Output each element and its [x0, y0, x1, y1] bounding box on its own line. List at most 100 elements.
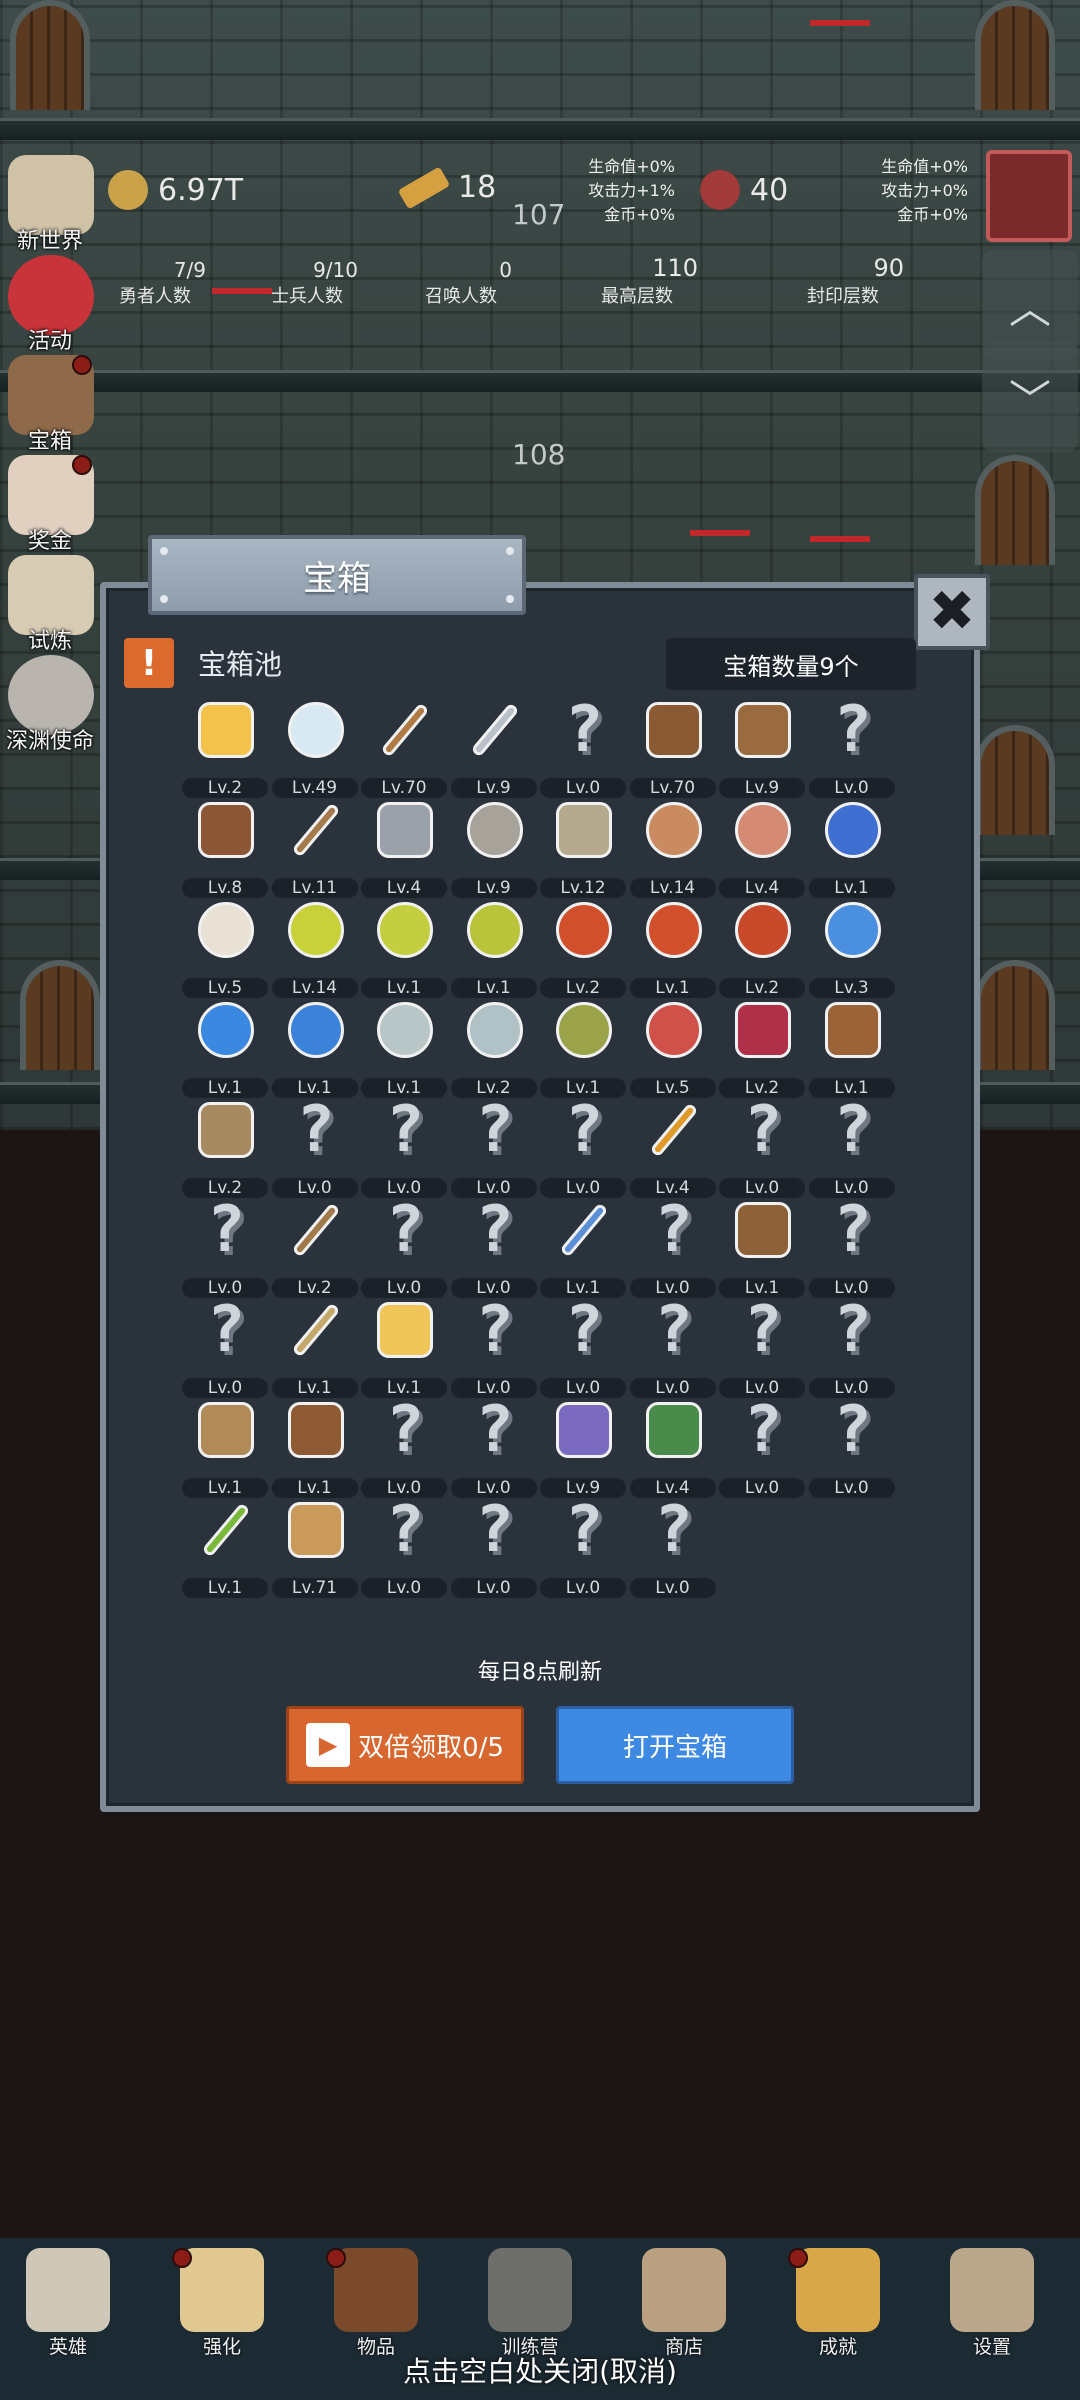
item-slot[interactable]: Lv.4 [628, 1398, 718, 1498]
side-events[interactable]: 活动 [0, 255, 100, 355]
item-slot[interactable]: Lv.1 [180, 998, 270, 1098]
item-slot[interactable]: ? Lv.0 [717, 1398, 807, 1498]
item-slot[interactable]: Lv.1 [180, 1398, 270, 1498]
scroll-down-button[interactable]: ﹀ [982, 342, 1078, 452]
item-slot[interactable]: Lv.1 [807, 798, 897, 898]
item-slot[interactable]: Lv.1 [180, 1498, 270, 1598]
item-slot[interactable]: ? Lv.0 [449, 1498, 539, 1598]
nav-lantern[interactable]: 训练营 [470, 2248, 590, 2358]
item-slot[interactable]: Lv.2 [717, 898, 807, 998]
side-bonus-label: 奖金 [27, 529, 72, 554]
item-slot[interactable]: Lv.4 [717, 798, 807, 898]
double-claim-button[interactable]: ▶ 双倍领取0/5 [286, 1706, 524, 1784]
item-slot[interactable]: ? Lv.0 [359, 1498, 449, 1598]
item-slot[interactable]: Lv.1 [449, 898, 539, 998]
flour-bowl-icon [194, 898, 258, 962]
item-slot[interactable]: Lv.9 [449, 698, 539, 798]
side-bonus[interactable]: 奖金 [0, 455, 100, 555]
item-slot[interactable]: Lv.1 [270, 1298, 360, 1398]
nav-book[interactable]: 物品 [316, 2248, 436, 2358]
item-slot[interactable]: Lv.12 [538, 798, 628, 898]
item-slot[interactable]: Lv.5 [180, 898, 270, 998]
item-slot[interactable]: ? Lv.0 [449, 1398, 539, 1498]
item-slot[interactable]: Lv.1 [628, 898, 718, 998]
item-slot[interactable]: Lv.1 [270, 998, 360, 1098]
side-abyss[interactable]: 深渊使命 [0, 655, 100, 755]
item-slot[interactable]: Lv.9 [717, 698, 807, 798]
item-level: Lv.0 [808, 778, 895, 798]
item-slot[interactable]: ? Lv.0 [807, 1198, 897, 1298]
nav-skull[interactable]: 英雄 [8, 2248, 128, 2358]
item-slot[interactable]: ? Lv.0 [449, 1298, 539, 1398]
side-new-world[interactable]: 新世界 [0, 155, 100, 255]
nav-key[interactable]: 成就 [778, 2248, 898, 2358]
item-slot[interactable]: ? Lv.0 [628, 1198, 718, 1298]
item-slot[interactable]: Lv.1 [359, 1298, 449, 1398]
close-hint[interactable]: 点击空白处关闭(取消) [0, 2350, 1080, 2390]
item-slot[interactable]: Lv.2 [180, 1098, 270, 1198]
soldier-count-value: 9/10 [313, 258, 358, 282]
open-chest-button[interactable]: 打开宝箱 [556, 1706, 794, 1784]
item-slot[interactable]: Lv.2 [717, 998, 807, 1098]
pumpkin-avatar-icon[interactable] [986, 150, 1072, 242]
red-potion-icon [642, 898, 706, 962]
item-slot[interactable]: Lv.1 [807, 998, 897, 1098]
item-slot[interactable]: Lv.1 [359, 898, 449, 998]
item-slot[interactable]: Lv.1 [538, 1198, 628, 1298]
item-slot[interactable]: Lv.1 [359, 998, 449, 1098]
item-slot[interactable]: Lv.49 [270, 698, 360, 798]
item-slot[interactable]: ? Lv.0 [538, 1298, 628, 1398]
item-slot[interactable]: ? Lv.0 [807, 1298, 897, 1398]
item-slot[interactable]: ? Lv.0 [359, 1398, 449, 1498]
right-bonus-stats: 生命值+0% 攻击力+0% 金币+0% [850, 155, 968, 227]
item-slot[interactable]: Lv.9 [538, 1398, 628, 1498]
item-slot[interactable]: ? Lv.0 [449, 1098, 539, 1198]
item-slot[interactable]: ? Lv.0 [628, 1498, 718, 1598]
item-slot[interactable]: ? Lv.0 [807, 1398, 897, 1498]
item-slot[interactable]: Lv.70 [359, 698, 449, 798]
close-button[interactable]: ✖ [914, 574, 990, 650]
item-slot[interactable]: Lv.2 [270, 1198, 360, 1298]
item-slot[interactable]: ? Lv.0 [538, 698, 628, 798]
item-slot[interactable]: Lv.2 [180, 698, 270, 798]
item-slot[interactable]: Lv.1 [538, 998, 628, 1098]
item-slot[interactable]: Lv.71 [270, 1498, 360, 1598]
item-slot[interactable]: ? Lv.0 [359, 1098, 449, 1198]
item-slot[interactable]: Lv.1 [270, 1398, 360, 1498]
item-slot[interactable]: Lv.4 [628, 1098, 718, 1198]
item-slot[interactable]: ? Lv.0 [538, 1498, 628, 1598]
video-icon: ▶ [306, 1723, 351, 1767]
item-slot[interactable]: ? Lv.0 [359, 1198, 449, 1298]
item-slot[interactable]: Lv.70 [628, 698, 718, 798]
side-trial[interactable]: 试炼 [0, 555, 100, 655]
item-slot[interactable]: Lv.14 [628, 798, 718, 898]
item-slot[interactable]: Lv.8 [180, 798, 270, 898]
item-slot[interactable]: Lv.14 [270, 898, 360, 998]
item-slot[interactable]: ? Lv.0 [717, 1298, 807, 1398]
dagger-icon [284, 798, 348, 862]
item-slot[interactable]: ? Lv.0 [538, 1098, 628, 1198]
nav-cog[interactable]: 设置 [932, 2248, 1052, 2358]
item-slot[interactable]: Lv.2 [449, 998, 539, 1098]
item-slot[interactable]: ? Lv.0 [807, 1098, 897, 1198]
item-slot[interactable]: Lv.3 [807, 898, 897, 998]
side-chest[interactable]: 宝箱 [0, 355, 100, 455]
item-slot[interactable]: ? Lv.0 [717, 1098, 807, 1198]
item-slot[interactable]: ? Lv.0 [449, 1198, 539, 1298]
item-slot[interactable]: Lv.9 [449, 798, 539, 898]
item-slot[interactable]: ? Lv.0 [180, 1198, 270, 1298]
item-slot[interactable]: Lv.11 [270, 798, 360, 898]
diamond-icon [284, 698, 348, 762]
item-slot[interactable]: Lv.4 [359, 798, 449, 898]
item-slot[interactable]: Lv.2 [538, 898, 628, 998]
item-slot[interactable]: Lv.5 [628, 998, 718, 1098]
item-slot[interactable]: ? Lv.0 [180, 1298, 270, 1398]
nav-tankard[interactable]: 商店 [624, 2248, 744, 2358]
item-slot[interactable]: ? Lv.0 [628, 1298, 718, 1398]
nav-candle[interactable]: 强化 [162, 2248, 282, 2358]
item-slot[interactable]: ? Lv.0 [270, 1098, 360, 1198]
empty-bottle-icon [373, 998, 437, 1062]
meat-amount: 40 [750, 172, 789, 208]
item-slot[interactable]: ? Lv.0 [807, 698, 897, 798]
item-slot[interactable]: Lv.1 [717, 1198, 807, 1298]
